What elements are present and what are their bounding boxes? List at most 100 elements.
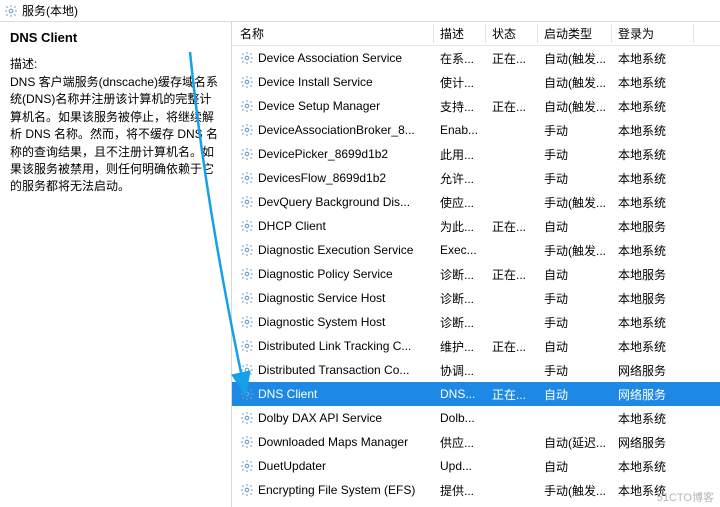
cell-name-text: DNS Client bbox=[258, 387, 317, 401]
table-row[interactable]: Distributed Transaction Co...协调...手动网络服务 bbox=[232, 358, 720, 382]
cell-name: DHCP Client bbox=[234, 219, 434, 233]
cell-desc: 使计... bbox=[434, 74, 486, 91]
cell-name: Diagnostic Service Host bbox=[234, 291, 434, 305]
cell-desc: DNS... bbox=[434, 387, 486, 401]
table-row[interactable]: DuetUpdater Upd... 自动本地系统 bbox=[232, 454, 720, 478]
service-gear-icon bbox=[240, 51, 254, 65]
cell-logon: 本地系统 bbox=[612, 146, 694, 163]
cell-name-text: DevicePicker_8699d1b2 bbox=[258, 147, 388, 161]
description-text: DNS 客户端服务(dnscache)缓存域名系统(DNS)名称并注册该计算机的… bbox=[10, 74, 221, 196]
table-row[interactable]: DevQuery Background Dis...使应...手动(触发...本… bbox=[232, 190, 720, 214]
cell-logon: 本地系统 bbox=[612, 482, 694, 499]
table-row[interactable]: Encrypting File System (EFS)提供... 手动(触发..… bbox=[232, 478, 720, 502]
cell-name: DuetUpdater bbox=[234, 459, 434, 473]
cell-logon: 本地系统 bbox=[612, 50, 694, 67]
cell-start: 自动 bbox=[538, 218, 612, 235]
cell-desc: 诊断... bbox=[434, 266, 486, 283]
cell-name: Downloaded Maps Manager bbox=[234, 435, 434, 449]
service-gear-icon bbox=[240, 147, 254, 161]
cell-start: 手动(触发... bbox=[538, 194, 612, 211]
service-gear-icon bbox=[240, 363, 254, 377]
cell-start: 自动 bbox=[538, 386, 612, 403]
column-name[interactable]: 名称 bbox=[234, 22, 434, 46]
cell-logon: 本地系统 bbox=[612, 74, 694, 91]
column-start[interactable]: 启动类型 bbox=[538, 22, 612, 46]
cell-logon: 本地系统 bbox=[612, 242, 694, 259]
cell-name-text: Distributed Link Tracking C... bbox=[258, 339, 411, 353]
cell-name-text: Dolby DAX API Service bbox=[258, 411, 382, 425]
cell-start: 自动 bbox=[538, 458, 612, 475]
table-row[interactable]: Diagnostic Service Host 诊断... 手动本地服务 bbox=[232, 286, 720, 310]
cell-start: 自动(触发... bbox=[538, 98, 612, 115]
table-row[interactable]: Dolby DAX API Service Dolb... 本地系统 bbox=[232, 406, 720, 430]
cell-desc: 提供... bbox=[434, 482, 486, 499]
cell-name: Diagnostic Policy Service bbox=[234, 267, 434, 281]
cell-start: 手动 bbox=[538, 314, 612, 331]
cell-status: 正在... bbox=[486, 386, 538, 403]
cell-name: Device Association Service bbox=[234, 51, 434, 65]
table-row[interactable]: Diagnostic Policy Service诊断...正在...自动本地服… bbox=[232, 262, 720, 286]
cell-start: 自动(触发... bbox=[538, 74, 612, 91]
cell-start: 手动 bbox=[538, 146, 612, 163]
cell-logon: 本地系统 bbox=[612, 458, 694, 475]
service-gear-icon bbox=[240, 195, 254, 209]
titlebar-label: 服务(本地) bbox=[22, 2, 78, 19]
cell-name-text: Distributed Transaction Co... bbox=[258, 363, 409, 377]
cell-name: Diagnostic Execution Service bbox=[234, 243, 434, 257]
cell-start: 手动 bbox=[538, 290, 612, 307]
main-panes: DNS Client 描述: DNS 客户端服务(dnscache)缓存域名系统… bbox=[0, 22, 720, 507]
cell-start: 自动 bbox=[538, 338, 612, 355]
service-gear-icon bbox=[240, 411, 254, 425]
cell-name: DNS Client bbox=[234, 387, 434, 401]
cell-name-text: Downloaded Maps Manager bbox=[258, 435, 408, 449]
cell-logon: 本地服务 bbox=[612, 218, 694, 235]
table-row[interactable]: Diagnostic System Host诊断...手动本地系统 bbox=[232, 310, 720, 334]
cell-logon: 本地系统 bbox=[612, 194, 694, 211]
cell-name: Encrypting File System (EFS) bbox=[234, 483, 434, 497]
cell-name-text: DuetUpdater bbox=[258, 459, 326, 473]
service-gear-icon bbox=[240, 243, 254, 257]
service-gear-icon bbox=[240, 99, 254, 113]
cell-name: Diagnostic System Host bbox=[234, 315, 434, 329]
cell-logon: 本地服务 bbox=[612, 266, 694, 283]
cell-name: DevicesFlow_8699d1b2 bbox=[234, 171, 434, 185]
table-header[interactable]: 名称 描述 状态 启动类型 登录为 bbox=[232, 22, 720, 46]
column-desc[interactable]: 描述 bbox=[434, 22, 486, 46]
cell-desc: 诊断... bbox=[434, 290, 486, 307]
table-row[interactable]: Device Setup Manager支持...正在...自动(触发...本地… bbox=[232, 94, 720, 118]
cell-name: Device Setup Manager bbox=[234, 99, 434, 113]
cell-name-text: Device Install Service bbox=[258, 75, 373, 89]
cell-name-text: Diagnostic Policy Service bbox=[258, 267, 393, 281]
table-row[interactable]: DevicePicker_8699d1b2此用...手动本地系统 bbox=[232, 142, 720, 166]
table-row[interactable]: DeviceAssociationBroker_8...Enab...手动本地系… bbox=[232, 118, 720, 142]
cell-name: Distributed Link Tracking C... bbox=[234, 339, 434, 353]
cell-desc: Dolb... bbox=[434, 411, 486, 425]
cell-logon: 网络服务 bbox=[612, 362, 694, 379]
table-row[interactable]: Device Association Service在系...正在...自动(触… bbox=[232, 46, 720, 70]
cell-status: 正在... bbox=[486, 266, 538, 283]
cell-name-text: DHCP Client bbox=[258, 219, 326, 233]
table-row[interactable]: DNS ClientDNS...正在...自动网络服务 bbox=[232, 382, 720, 406]
services-list[interactable]: 名称 描述 状态 启动类型 登录为 Device Association Ser… bbox=[232, 22, 720, 507]
cell-start: 手动(触发... bbox=[538, 482, 612, 499]
table-row[interactable]: Device Install Service 使计... 自动(触发...本地系统 bbox=[232, 70, 720, 94]
cell-start: 自动(触发... bbox=[538, 50, 612, 67]
cell-name-text: Diagnostic Service Host bbox=[258, 291, 385, 305]
column-status[interactable]: 状态 bbox=[486, 22, 538, 46]
cell-desc: Upd... bbox=[434, 459, 486, 473]
cell-logon: 本地系统 bbox=[612, 98, 694, 115]
cell-desc: 协调... bbox=[434, 362, 486, 379]
service-gear-icon bbox=[240, 435, 254, 449]
cell-name-text: Device Setup Manager bbox=[258, 99, 380, 113]
table-row[interactable]: Enterprise App Manageme...启用...手动本地系统 bbox=[232, 502, 720, 507]
table-row[interactable]: DHCP Client为此...正在...自动本地服务 bbox=[232, 214, 720, 238]
table-row[interactable]: Diagnostic Execution ServiceExec...手动(触发… bbox=[232, 238, 720, 262]
cell-logon: 本地服务 bbox=[612, 290, 694, 307]
table-row[interactable]: Distributed Link Tracking C...维护...正在...… bbox=[232, 334, 720, 358]
cell-name: DevicePicker_8699d1b2 bbox=[234, 147, 434, 161]
table-row[interactable]: DevicesFlow_8699d1b2允许...手动本地系统 bbox=[232, 166, 720, 190]
column-logon[interactable]: 登录为 bbox=[612, 22, 694, 46]
cell-desc: 允许... bbox=[434, 170, 486, 187]
cell-logon: 本地系统 bbox=[612, 410, 694, 427]
table-row[interactable]: Downloaded Maps Manager供应...自动(延迟...网络服务 bbox=[232, 430, 720, 454]
